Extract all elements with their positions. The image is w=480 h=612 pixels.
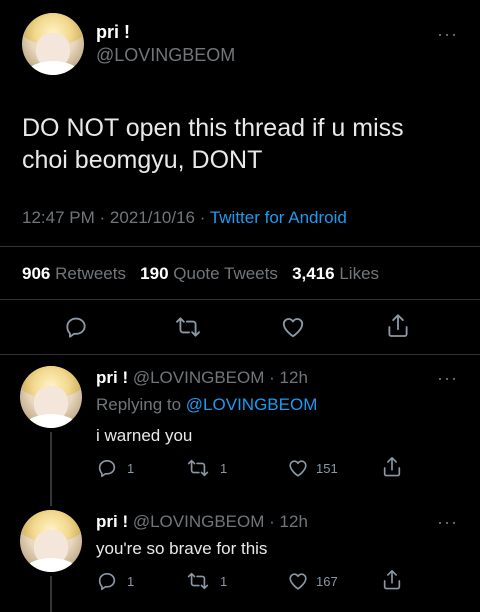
reply-count: 1	[127, 461, 135, 476]
more-icon[interactable]: ···	[437, 368, 458, 389]
like-count: 151	[316, 461, 338, 476]
like-icon[interactable]	[280, 314, 306, 340]
reply-header: pri ! @LOVINGBEOM · 12h	[96, 368, 308, 388]
retweet-count: 1	[220, 574, 228, 589]
like-count: 167	[316, 574, 338, 589]
replying-to-label: Replying to	[96, 395, 182, 414]
retweet-icon[interactable]	[187, 570, 209, 592]
tweet-meta: 12:47 PM · 2021/10/16 · Twitter for Andr…	[22, 208, 347, 228]
quote-tweets-stat[interactable]: 190 Quote Tweets	[140, 264, 282, 283]
retweet-icon[interactable]	[175, 314, 201, 340]
tweet-stats: 906 Retweets 190 Quote Tweets 3,416 Like…	[22, 264, 379, 284]
tweet-age[interactable]: 12h	[280, 512, 308, 531]
tweet-age[interactable]: 12h	[280, 368, 308, 387]
separator-dot: ·	[199, 208, 206, 227]
avatar[interactable]	[20, 366, 82, 428]
quote-tweets-count: 190	[140, 264, 169, 283]
share-icon[interactable]	[381, 455, 403, 479]
avatar[interactable]	[20, 510, 82, 572]
replying-to-handle[interactable]: @LOVINGBEOM	[186, 395, 318, 414]
separator-dot: ·	[269, 512, 275, 531]
retweets-stat[interactable]: 906 Retweets	[22, 264, 131, 283]
tweet-text-line: DO NOT open this thread if u miss	[22, 114, 404, 142]
tweet-date[interactable]: 2021/10/16	[110, 208, 195, 227]
like-icon[interactable]	[287, 570, 309, 592]
divider	[0, 246, 480, 247]
reply-text: you're so brave for this	[96, 539, 268, 558]
reply-icon[interactable]	[96, 457, 118, 479]
like-icon[interactable]	[287, 457, 309, 479]
likes-count: 3,416	[292, 264, 335, 283]
retweet-count: 1	[220, 461, 228, 476]
divider	[0, 299, 480, 300]
tweet-text: DO NOT open this thread if u miss choi b…	[22, 112, 404, 176]
handle[interactable]: @LOVINGBEOM	[133, 368, 265, 387]
reply-count: 1	[127, 574, 135, 589]
retweets-count: 906	[22, 264, 51, 283]
thread-line	[50, 432, 52, 506]
more-icon[interactable]: ···	[437, 512, 458, 533]
reply-icon[interactable]	[63, 314, 89, 340]
thread-line	[50, 576, 52, 612]
avatar[interactable]	[22, 13, 84, 75]
separator-dot: ·	[99, 208, 106, 227]
display-name[interactable]: pri !	[96, 22, 130, 43]
divider	[0, 354, 480, 355]
reply-header: pri ! @LOVINGBEOM · 12h	[96, 512, 308, 532]
likes-label: Likes	[339, 264, 380, 283]
quote-tweets-label: Quote Tweets	[173, 264, 278, 283]
reply-icon[interactable]	[96, 570, 118, 592]
share-icon[interactable]	[381, 568, 403, 592]
likes-stat[interactable]: 3,416 Likes	[292, 264, 379, 283]
share-icon[interactable]	[385, 312, 411, 340]
handle[interactable]: @LOVINGBEOM	[133, 512, 265, 531]
display-name[interactable]: pri !	[96, 512, 128, 531]
replying-to: Replying to @LOVINGBEOM	[96, 395, 317, 415]
handle[interactable]: @LOVINGBEOM	[96, 45, 235, 66]
display-name[interactable]: pri !	[96, 368, 128, 387]
more-icon[interactable]: ···	[437, 24, 458, 45]
tweet-source-link[interactable]: Twitter for Android	[210, 208, 347, 227]
retweet-icon[interactable]	[187, 457, 209, 479]
separator-dot: ·	[269, 368, 275, 387]
retweets-label: Retweets	[55, 264, 126, 283]
tweet-time[interactable]: 12:47 PM	[22, 208, 95, 227]
tweet-text-line: choi beomgyu, DONT	[22, 146, 263, 174]
reply-text: i warned you	[96, 426, 193, 445]
